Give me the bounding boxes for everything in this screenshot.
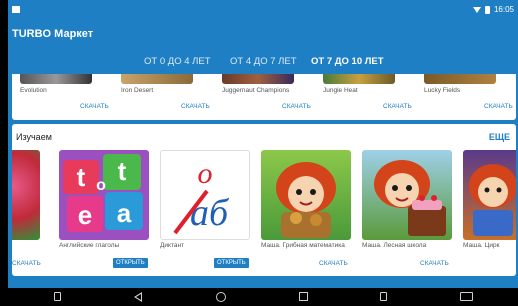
- app-screen: 16:05 TURBO Маркет ОТ 0 ДО 4 ЛЕТ ОТ 4 ДО…: [8, 0, 518, 306]
- list-item[interactable]: Lucky Fields СКАЧАТЬ: [424, 74, 516, 120]
- app-name: Iron Desert: [121, 87, 154, 94]
- app-name: Juggernaut Champions: [222, 87, 290, 94]
- open-button[interactable]: ОТКРЫТЬ: [214, 258, 249, 268]
- download-button[interactable]: СКАЧАТЬ: [80, 103, 109, 110]
- list-item[interactable]: Маша. Грибная математика СКАЧАТЬ: [261, 150, 357, 270]
- open-button[interactable]: ОТКРЫТЬ: [113, 258, 148, 268]
- masha-circus-icon: [469, 164, 516, 236]
- status-bar: 16:05: [8, 0, 518, 20]
- svg-text:o: o: [96, 177, 106, 194]
- volume-up-icon[interactable]: [380, 292, 387, 301]
- status-time: 16:05: [493, 5, 514, 14]
- app-thumbnail: [424, 74, 496, 84]
- app-thumbnail: [20, 74, 92, 84]
- download-button[interactable]: СКАЧАТЬ: [420, 260, 449, 267]
- screenshot-icon[interactable]: [460, 292, 473, 301]
- app-thumbnail: [222, 74, 294, 84]
- notification-icon: [12, 6, 20, 13]
- app-name: Lucky Fields: [424, 87, 461, 94]
- list-item[interactable]: Jungle Heat СКАЧАТЬ: [323, 74, 423, 120]
- app-name: Маша. Грибная математика: [261, 242, 345, 249]
- status-icons: 16:05: [472, 5, 514, 14]
- masha-girl-icon: [276, 162, 336, 238]
- recent-apps-icon[interactable]: [299, 292, 308, 301]
- svg-text:t: t: [77, 162, 86, 192]
- app-name: Маша. Цирк: [463, 242, 500, 249]
- app-thumbnail: t t e a o: [59, 150, 149, 240]
- app-thumbnail: [323, 74, 395, 84]
- list-item[interactable]: Juggernaut Champions СКАЧАТЬ: [222, 74, 322, 120]
- wifi-icon: [472, 6, 481, 13]
- download-button[interactable]: СКАЧАТЬ: [12, 260, 41, 267]
- volume-down-icon[interactable]: [54, 292, 61, 301]
- app-thumbnail: [362, 150, 452, 240]
- list-item[interactable]: СКАЧАТЬ: [12, 150, 46, 270]
- list-item[interactable]: Маша. Цирк: [463, 150, 516, 270]
- app-title: TURBO Маркет: [12, 28, 94, 40]
- section-title: Изучаем: [16, 132, 52, 142]
- app-name: Evolution: [20, 87, 47, 94]
- back-icon[interactable]: [134, 292, 142, 302]
- app-thumbnail: [463, 150, 516, 240]
- app-name: Диктант: [160, 242, 185, 249]
- learning-section-card: Изучаем ЕЩЕ СКАЧАТЬ t t e a o Английские…: [12, 124, 516, 276]
- tab-7-10[interactable]: ОТ 7 ДО 10 ЛЕТ: [311, 56, 384, 67]
- app-thumbnail: [261, 150, 351, 240]
- svg-text:e: e: [78, 200, 92, 230]
- list-item[interactable]: Evolution СКАЧАТЬ: [20, 74, 120, 120]
- dictation-logo-icon: о аб: [173, 157, 230, 235]
- age-tabs: ОТ 0 ДО 4 ЛЕТ ОТ 4 ДО 7 ЛЕТ ОТ 7 ДО 10 Л…: [8, 48, 518, 74]
- svg-text:t: t: [118, 156, 127, 186]
- app-bar: TURBO Маркет: [8, 20, 518, 48]
- svg-text:a: a: [117, 198, 132, 228]
- list-item[interactable]: о аб Диктант ОТКРЫТЬ: [160, 150, 256, 270]
- app-name: Английские глаголы: [59, 242, 120, 249]
- app-thumbnail: [121, 74, 193, 84]
- tab-0-4[interactable]: ОТ 0 ДО 4 ЛЕТ: [144, 56, 211, 67]
- download-button[interactable]: СКАЧАТЬ: [319, 260, 348, 267]
- masha-cake-icon: [374, 160, 446, 236]
- app-name: Маша. Лесная школа: [362, 242, 427, 249]
- english-verbs-logo-icon: t t e a o: [59, 150, 149, 240]
- app-name: Jungle Heat: [323, 87, 358, 94]
- download-button[interactable]: СКАЧАТЬ: [383, 103, 412, 110]
- download-button[interactable]: СКАЧАТЬ: [181, 103, 210, 110]
- system-nav-bar: [0, 288, 518, 306]
- list-item[interactable]: t t e a o Английские глаголы ОТКРЫТЬ: [59, 150, 155, 270]
- battery-icon: [484, 5, 490, 14]
- svg-text:о: о: [198, 157, 213, 190]
- list-item[interactable]: Маша. Лесная школа СКАЧАТЬ: [362, 150, 458, 270]
- app-thumbnail: [12, 150, 40, 240]
- list-item[interactable]: Iron Desert СКАЧАТЬ: [121, 74, 221, 120]
- download-button[interactable]: СКАЧАТЬ: [484, 103, 513, 110]
- games-row-card: Evolution СКАЧАТЬ Iron Desert СКАЧАТЬ Ju…: [12, 74, 516, 120]
- svg-text:аб: аб: [190, 192, 230, 234]
- download-button[interactable]: СКАЧАТЬ: [282, 103, 311, 110]
- more-button[interactable]: ЕЩЕ: [489, 132, 510, 142]
- app-thumbnail: о аб: [160, 150, 250, 240]
- tab-4-7[interactable]: ОТ 4 ДО 7 ЛЕТ: [230, 56, 297, 67]
- home-icon[interactable]: [216, 292, 226, 302]
